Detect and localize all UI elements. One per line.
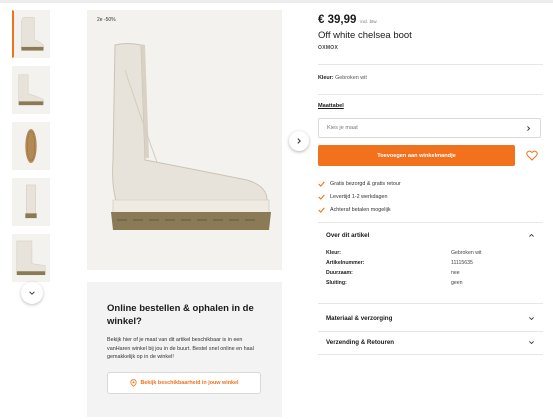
discount-badge: 2e -50% bbox=[97, 17, 116, 23]
next-image-button[interactable] bbox=[289, 131, 309, 151]
spec-row: Kleur: Gebroken wit bbox=[326, 248, 536, 258]
chevron-right-icon bbox=[297, 138, 301, 144]
divider bbox=[318, 222, 543, 223]
chevron-down-icon bbox=[529, 340, 534, 344]
thumbnail-2[interactable] bbox=[12, 66, 50, 114]
chevron-down-icon bbox=[29, 291, 35, 295]
store-pickup-box: Online bestellen & ophalen in de winkel?… bbox=[87, 282, 282, 417]
chevron-down-icon bbox=[529, 316, 534, 320]
spec-row: Artikelnummer: 11115635 bbox=[326, 258, 536, 268]
chevron-right-icon bbox=[527, 125, 531, 131]
usp-text: Gratis bezorgd & gratis retour bbox=[330, 180, 401, 187]
check-store-availability-button[interactable]: Bekijk beschikbaarheid in jouw winkel bbox=[107, 372, 261, 394]
boot-back-thumb bbox=[16, 240, 46, 276]
product-title: Off white chelsea boot bbox=[318, 30, 412, 41]
product-main-image[interactable]: 2e -50% bbox=[87, 10, 282, 270]
divider bbox=[318, 64, 543, 65]
accordion-title: Materiaal & verzorging bbox=[326, 314, 393, 322]
add-to-cart-button[interactable]: Toevoegen aan winkelmandje bbox=[318, 145, 515, 166]
spec-value: 11115635 bbox=[451, 260, 473, 266]
usp-list: Gratis bezorgd & gratis retour Levertijd… bbox=[318, 177, 543, 216]
usp-item: Gratis bezorgd & gratis retour bbox=[318, 177, 543, 190]
top-border bbox=[0, 0, 553, 3]
price-row: € 39,99 incl. btw bbox=[318, 14, 543, 26]
pickup-description: Bekijk hier of je maat van dit artikel b… bbox=[107, 337, 254, 360]
boot-side-thumb bbox=[21, 17, 44, 51]
spec-key: Kleur: bbox=[326, 250, 341, 256]
pickup-title: Online bestellen & ophalen in de winkel? bbox=[107, 303, 254, 327]
spec-table: Kleur: Gebroken wit Artikelnummer: 11115… bbox=[326, 248, 536, 288]
divider bbox=[318, 331, 543, 332]
thumbnail-5[interactable] bbox=[12, 234, 50, 282]
thumbnail-list bbox=[12, 10, 52, 290]
thumbnail-1[interactable] bbox=[12, 10, 50, 58]
wishlist-button[interactable] bbox=[521, 145, 542, 166]
divider bbox=[318, 94, 543, 95]
boot-front-thumb bbox=[25, 184, 37, 219]
usp-item: Levertijd 1-2 werkdagen bbox=[318, 190, 543, 203]
boot-sole-thumb bbox=[25, 128, 37, 164]
location-pin-icon bbox=[129, 379, 137, 387]
spec-value: geen bbox=[451, 280, 463, 286]
price: € 39,99 bbox=[318, 14, 357, 26]
accordion-about-article[interactable]: Over dit artikel bbox=[318, 226, 543, 244]
check-store-availability-label: Bekijk beschikbaarheid in jouw winkel bbox=[140, 380, 239, 386]
color-value: Gebroken wit bbox=[335, 75, 367, 81]
chelsea-boot-image bbox=[111, 43, 271, 230]
spec-key: Duurzaam: bbox=[326, 270, 353, 276]
accordion-shipping-returns[interactable]: Verzending & Retouren bbox=[318, 333, 543, 351]
spec-row: Sluiting: geen bbox=[326, 278, 536, 288]
color-row: Kleur: Gebroken wit bbox=[318, 75, 367, 81]
checkmark-icon bbox=[318, 207, 325, 213]
size-chart-link[interactable]: Maattabel bbox=[318, 103, 344, 109]
usp-item: Achteraf betalen mogelijk bbox=[318, 203, 543, 216]
size-select-placeholder: Kies je maat bbox=[327, 125, 358, 131]
divider bbox=[318, 303, 543, 304]
checkmark-icon bbox=[318, 194, 325, 200]
usp-text: Levertijd 1-2 werkdagen bbox=[330, 193, 388, 200]
accordion-title: Verzending & Retouren bbox=[326, 338, 395, 346]
size-select[interactable]: Kies je maat bbox=[318, 118, 541, 138]
spec-value: nee bbox=[451, 270, 460, 276]
boot-angle-thumb bbox=[18, 74, 44, 106]
product-info: € 39,99 incl. btw Off white chelsea boot… bbox=[318, 14, 543, 51]
thumbnail-4[interactable] bbox=[12, 178, 50, 226]
spec-key: Sluiting: bbox=[326, 280, 347, 286]
color-label: Kleur: bbox=[318, 75, 334, 81]
thumbnails-scroll-down-button[interactable] bbox=[21, 282, 43, 304]
spec-value: Gebroken wit bbox=[451, 250, 482, 256]
divider bbox=[318, 354, 543, 355]
vat-note: incl. btw bbox=[360, 19, 377, 24]
thumbnail-3[interactable] bbox=[12, 122, 50, 170]
spec-key: Artikelnummer: bbox=[326, 260, 365, 266]
spec-row: Duurzaam: nee bbox=[326, 268, 536, 278]
checkmark-icon bbox=[318, 181, 325, 187]
heart-icon bbox=[525, 150, 538, 161]
chevron-up-icon bbox=[529, 233, 534, 237]
accordion-material-care[interactable]: Materiaal & verzorging bbox=[318, 309, 543, 327]
usp-text: Achteraf betalen mogelijk bbox=[330, 206, 391, 213]
accordion-title: Over dit artikel bbox=[326, 231, 370, 239]
brand-name[interactable]: OXMOX bbox=[318, 45, 543, 51]
